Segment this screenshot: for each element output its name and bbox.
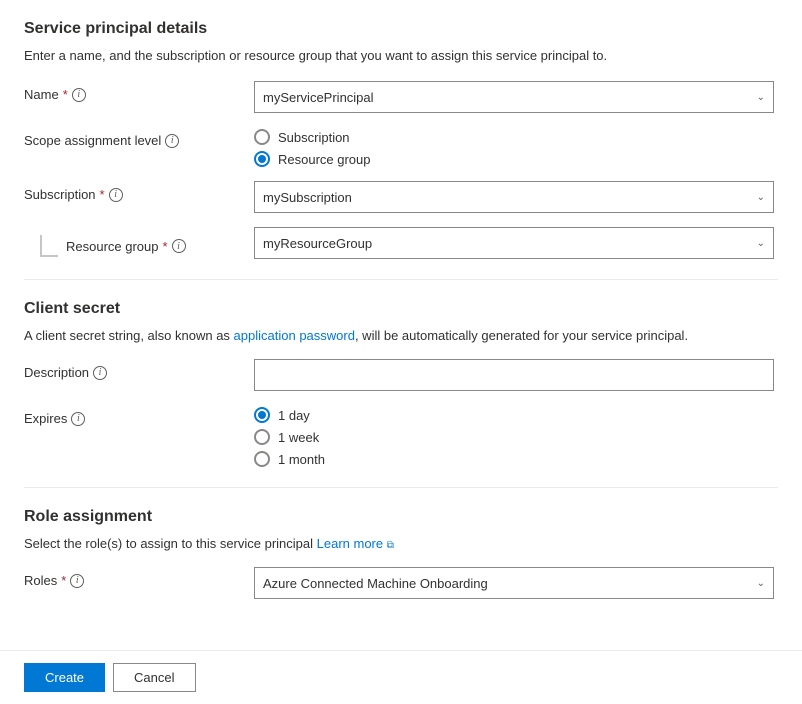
- indent-line-container: Resource group * i: [24, 227, 254, 257]
- role-assignment-title: Role assignment: [24, 508, 778, 526]
- scope-label: Scope assignment level i: [24, 127, 254, 148]
- expires-label: Expires i: [24, 405, 254, 426]
- subscription-info-icon[interactable]: i: [109, 188, 123, 202]
- role-assignment-description: Select the role(s) to assign to this ser…: [24, 536, 778, 551]
- expires-radio-1day[interactable]: 1 day: [254, 407, 778, 423]
- description-info-icon[interactable]: i: [93, 366, 107, 380]
- resource-group-control-area: myResourceGroup ⌄: [254, 227, 778, 259]
- roles-dropdown[interactable]: Azure Connected Machine Onboarding ⌄: [254, 567, 774, 599]
- client-secret-section: Client secret A client secret string, al…: [24, 300, 778, 467]
- roles-control-area: Azure Connected Machine Onboarding ⌄: [254, 567, 778, 599]
- roles-row: Roles * i Azure Connected Machine Onboar…: [24, 567, 778, 599]
- resource-group-dropdown[interactable]: myResourceGroup ⌄: [254, 227, 774, 259]
- external-link-icon: ⧉: [387, 540, 394, 551]
- subscription-row: Subscription * i mySubscription ⌄: [24, 181, 778, 213]
- resource-group-chevron-icon: ⌄: [757, 238, 765, 249]
- description-control-area: [254, 359, 778, 391]
- expires-radio-1week-circle[interactable]: [254, 429, 270, 445]
- scope-row: Scope assignment level i Subscription Re…: [24, 127, 778, 167]
- resource-group-info-icon[interactable]: i: [172, 239, 186, 253]
- description-label-text: Description: [24, 365, 89, 380]
- subscription-chevron-icon: ⌄: [757, 192, 765, 203]
- scope-radio-resource-group-label: Resource group: [278, 152, 371, 167]
- roles-label-text: Roles: [24, 573, 57, 588]
- name-label: Name * i: [24, 81, 254, 102]
- scope-control-area: Subscription Resource group: [254, 127, 778, 167]
- name-required-star: *: [63, 87, 68, 102]
- name-dropdown-value: myServicePrincipal: [263, 90, 374, 105]
- footer-bar: Create Cancel: [0, 650, 802, 704]
- expires-radio-1week[interactable]: 1 week: [254, 429, 778, 445]
- page-title: Service principal details: [24, 20, 778, 38]
- learn-more-link[interactable]: Learn more: [317, 536, 383, 551]
- roles-info-icon[interactable]: i: [70, 574, 84, 588]
- cancel-button[interactable]: Cancel: [113, 663, 195, 692]
- subscription-dropdown-value: mySubscription: [263, 190, 352, 205]
- subscription-dropdown[interactable]: mySubscription ⌄: [254, 181, 774, 213]
- subscription-label-text: Subscription: [24, 187, 96, 202]
- name-dropdown[interactable]: myServicePrincipal ⌄: [254, 81, 774, 113]
- expires-label-text: Expires: [24, 411, 67, 426]
- subscription-label: Subscription * i: [24, 181, 254, 202]
- client-secret-description-prefix: A client secret string, also known as: [24, 328, 234, 343]
- expires-radio-1week-label: 1 week: [278, 430, 319, 445]
- create-button[interactable]: Create: [24, 663, 105, 692]
- expires-info-icon[interactable]: i: [71, 412, 85, 426]
- client-secret-title: Client secret: [24, 300, 778, 318]
- scope-radio-subscription-label: Subscription: [278, 130, 350, 145]
- subscription-control-area: mySubscription ⌄: [254, 181, 778, 213]
- expires-radio-1month-circle[interactable]: [254, 451, 270, 467]
- resource-group-row: Resource group * i myResourceGroup ⌄: [24, 227, 778, 259]
- resource-group-label-container: Resource group * i: [58, 239, 186, 254]
- expires-radio-1month-label: 1 month: [278, 452, 325, 467]
- expires-control-area: 1 day 1 week 1 month: [254, 405, 778, 467]
- scope-radio-resource-group-circle[interactable]: [254, 151, 270, 167]
- client-secret-description-suffix: , will be automatically generated for yo…: [355, 328, 688, 343]
- description-row: Description i: [24, 359, 778, 391]
- roles-label: Roles * i: [24, 567, 254, 588]
- application-password-link[interactable]: application password: [234, 328, 355, 343]
- scope-info-icon[interactable]: i: [165, 134, 179, 148]
- roles-dropdown-value: Azure Connected Machine Onboarding: [263, 576, 488, 591]
- role-assignment-description-text: Select the role(s) to assign to this ser…: [24, 536, 313, 551]
- subscription-required-star: *: [100, 187, 105, 202]
- name-label-text: Name: [24, 87, 59, 102]
- expires-radio-group: 1 day 1 week 1 month: [254, 405, 778, 467]
- page-subtitle: Enter a name, and the subscription or re…: [24, 48, 778, 63]
- roles-chevron-icon: ⌄: [757, 578, 765, 589]
- expires-row: Expires i 1 day 1 week 1 month: [24, 405, 778, 467]
- divider-1: [24, 279, 778, 280]
- resource-group-required-star: *: [163, 239, 168, 254]
- description-label: Description i: [24, 359, 254, 380]
- scope-radio-resource-group[interactable]: Resource group: [254, 151, 778, 167]
- name-row: Name * i myServicePrincipal ⌄: [24, 81, 778, 113]
- divider-2: [24, 487, 778, 488]
- expires-radio-1day-label: 1 day: [278, 408, 310, 423]
- scope-radio-group: Subscription Resource group: [254, 127, 778, 167]
- resource-group-label-text: Resource group: [66, 239, 159, 254]
- scope-radio-subscription-circle[interactable]: [254, 129, 270, 145]
- description-input[interactable]: [254, 359, 774, 391]
- scope-label-text: Scope assignment level: [24, 133, 161, 148]
- roles-required-star: *: [61, 573, 66, 588]
- expires-radio-1day-circle[interactable]: [254, 407, 270, 423]
- name-control-area: myServicePrincipal ⌄: [254, 81, 778, 113]
- name-info-icon[interactable]: i: [72, 88, 86, 102]
- scope-radio-subscription[interactable]: Subscription: [254, 129, 778, 145]
- role-assignment-section: Role assignment Select the role(s) to as…: [24, 508, 778, 599]
- name-chevron-icon: ⌄: [757, 92, 765, 103]
- expires-radio-1month[interactable]: 1 month: [254, 451, 778, 467]
- client-secret-description: A client secret string, also known as ap…: [24, 328, 778, 343]
- resource-group-dropdown-value: myResourceGroup: [263, 236, 372, 251]
